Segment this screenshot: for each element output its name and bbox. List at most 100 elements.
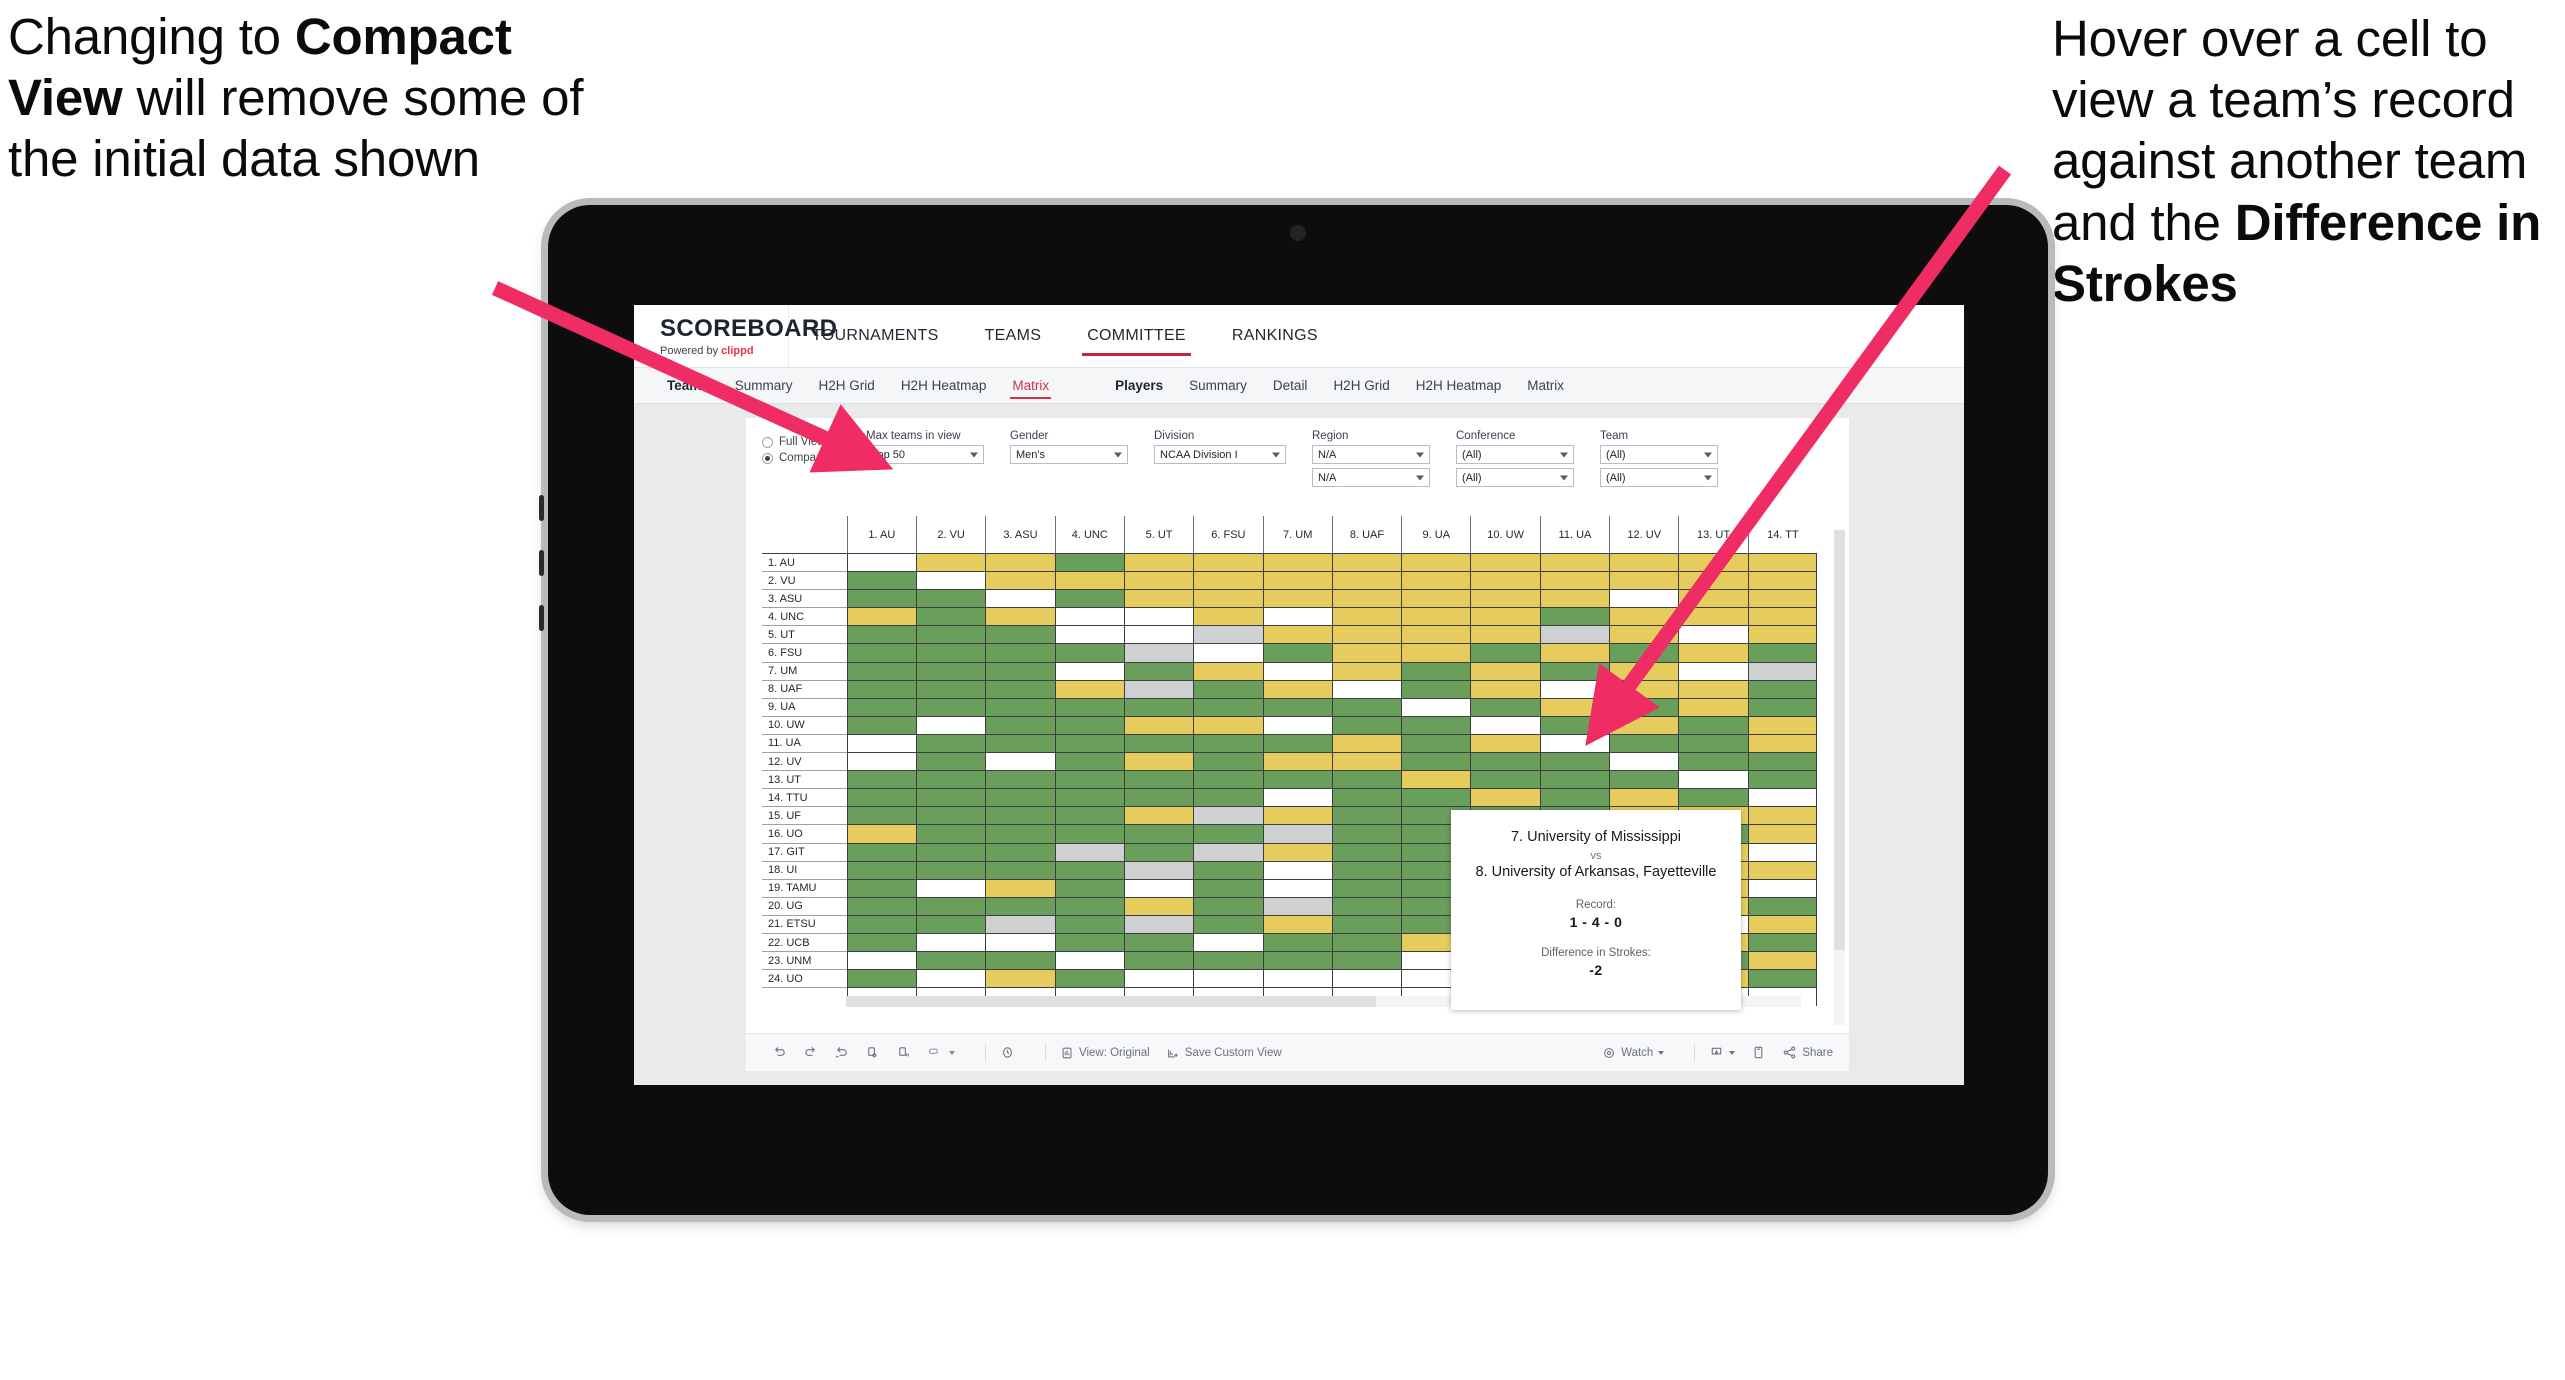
matrix-cell[interactable] xyxy=(1262,915,1332,934)
matrix-cell[interactable] xyxy=(1747,952,1818,971)
matrix-col-header[interactable]: 1. AU xyxy=(846,516,916,554)
subnav-players-h2h-heatmap[interactable]: H2H Heatmap xyxy=(1403,368,1515,404)
matrix-cell[interactable] xyxy=(1539,590,1610,609)
matrix-cell[interactable] xyxy=(1747,680,1818,699)
matrix-cell[interactable] xyxy=(915,915,986,934)
matrix-cell[interactable] xyxy=(1470,554,1540,573)
matrix-cell[interactable] xyxy=(846,554,916,573)
matrix-cell[interactable] xyxy=(1193,626,1263,645)
matrix-cell[interactable] xyxy=(1054,897,1124,916)
filter-conference-select-1[interactable]: (All) xyxy=(1456,445,1574,464)
subnav-teams-h2h-heatmap[interactable]: H2H Heatmap xyxy=(888,368,1000,404)
matrix-cell[interactable] xyxy=(1747,933,1818,953)
matrix-cell[interactable] xyxy=(1747,662,1818,681)
matrix-cell[interactable] xyxy=(1470,771,1540,790)
matrix-cell[interactable] xyxy=(1678,554,1748,573)
matrix-cell[interactable] xyxy=(1609,626,1679,645)
matrix-cell[interactable] xyxy=(1331,843,1402,862)
matrix-cell[interactable] xyxy=(915,952,986,971)
matrix-cell[interactable] xyxy=(1401,590,1471,609)
matrix-cell[interactable] xyxy=(1123,572,1194,591)
matrix-row-header[interactable]: 1. AU xyxy=(762,554,847,573)
matrix-cell[interactable] xyxy=(846,753,916,772)
matrix-cell[interactable] xyxy=(1123,698,1194,717)
nav-item-teams[interactable]: TEAMS xyxy=(962,305,1065,368)
matrix-cell[interactable] xyxy=(985,680,1055,699)
matrix-cell[interactable] xyxy=(1678,608,1748,627)
filter-division-select[interactable]: NCAA Division I xyxy=(1154,445,1286,464)
matrix-cell[interactable] xyxy=(1193,789,1263,808)
matrix-cell[interactable] xyxy=(1609,789,1679,808)
matrix-row-header[interactable]: 2. VU xyxy=(762,572,847,591)
subnav-teams-matrix[interactable]: Matrix xyxy=(999,368,1062,404)
matrix-cell[interactable] xyxy=(1331,698,1402,717)
matrix-cell[interactable] xyxy=(1331,554,1402,573)
matrix-cell[interactable] xyxy=(846,698,916,717)
matrix-cell[interactable] xyxy=(1401,554,1471,573)
matrix-row-header[interactable]: 6. FSU xyxy=(762,644,847,663)
matrix-row-header[interactable]: 3. ASU xyxy=(762,590,847,609)
matrix-cell[interactable] xyxy=(1747,807,1818,826)
matrix-row-header[interactable]: 4. UNC xyxy=(762,608,847,627)
matrix-cell[interactable] xyxy=(846,716,916,735)
matrix-cell[interactable] xyxy=(985,626,1055,645)
matrix-cell[interactable] xyxy=(1539,662,1610,681)
matrix-cell[interactable] xyxy=(1054,807,1124,826)
matrix-cell[interactable] xyxy=(1054,572,1124,591)
history-clock-icon[interactable] xyxy=(1000,1045,1015,1060)
matrix-cell[interactable] xyxy=(1054,554,1124,573)
matrix-cell[interactable] xyxy=(1123,933,1194,953)
matrix-cell[interactable] xyxy=(985,771,1055,790)
matrix-cell[interactable] xyxy=(915,716,986,735)
matrix-cell[interactable] xyxy=(1470,590,1540,609)
matrix-cell[interactable] xyxy=(1539,789,1610,808)
matrix-row-header[interactable]: 13. UT xyxy=(762,771,847,790)
matrix-cell[interactable] xyxy=(1747,970,1818,989)
nav-item-tournaments[interactable]: TOURNAMENTS xyxy=(789,305,962,368)
matrix-cell[interactable] xyxy=(846,644,916,663)
matrix-cell[interactable] xyxy=(1539,753,1610,772)
subnav-teams-h2h-grid[interactable]: H2H Grid xyxy=(806,368,888,404)
matrix-cell[interactable] xyxy=(1054,644,1124,663)
matrix-cell[interactable] xyxy=(1747,897,1818,916)
matrix-cell[interactable] xyxy=(1193,771,1263,790)
matrix-cell[interactable] xyxy=(1747,716,1818,735)
matrix-cell[interactable] xyxy=(1193,716,1263,735)
filter-region-select-2[interactable]: N/A xyxy=(1312,468,1430,487)
matrix-cell[interactable] xyxy=(1262,626,1332,645)
subnav-teams-summary[interactable]: Summary xyxy=(722,368,806,404)
subnav-players-detail[interactable]: Detail xyxy=(1260,368,1321,404)
matrix-cell[interactable] xyxy=(1054,716,1124,735)
matrix-cell[interactable] xyxy=(1262,897,1332,916)
matrix-cell[interactable] xyxy=(1262,970,1332,989)
matrix-cell[interactable] xyxy=(915,680,986,699)
matrix-cell[interactable] xyxy=(1747,915,1818,934)
matrix-cell[interactable] xyxy=(1262,734,1332,754)
radio-compact-view[interactable]: Compact View xyxy=(762,452,866,464)
matrix-cell[interactable] xyxy=(1331,753,1402,772)
subnav-players-summary[interactable]: Summary xyxy=(1176,368,1260,404)
matrix-cell[interactable] xyxy=(1747,843,1818,862)
matrix-cell[interactable] xyxy=(985,915,1055,934)
matrix-col-header[interactable]: 5. UT xyxy=(1123,516,1194,554)
matrix-cell[interactable] xyxy=(846,843,916,862)
matrix-cell[interactable] xyxy=(1054,970,1124,989)
matrix-row-header[interactable]: 11. UA xyxy=(762,734,847,754)
matrix-cell[interactable] xyxy=(1331,734,1402,754)
vertical-scrollbar-thumb[interactable] xyxy=(1834,530,1845,950)
matrix-cell[interactable] xyxy=(1123,734,1194,754)
matrix-row-header[interactable]: 16. UO xyxy=(762,825,847,844)
matrix-cell[interactable] xyxy=(846,626,916,645)
matrix-cell[interactable] xyxy=(1747,698,1818,717)
matrix-cell[interactable] xyxy=(1609,716,1679,735)
matrix-cell[interactable] xyxy=(915,698,986,717)
matrix-cell[interactable] xyxy=(1123,897,1194,916)
matrix-cell[interactable] xyxy=(1747,734,1818,754)
matrix-row-header[interactable]: 8. UAF xyxy=(762,680,847,699)
matrix-cell[interactable] xyxy=(1331,807,1402,826)
matrix-col-header[interactable]: 2. VU xyxy=(915,516,986,554)
matrix-cell[interactable] xyxy=(1401,716,1471,735)
matrix-cell[interactable] xyxy=(915,626,986,645)
matrix-cell[interactable] xyxy=(1747,644,1818,663)
matrix-cell[interactable] xyxy=(1331,879,1402,898)
